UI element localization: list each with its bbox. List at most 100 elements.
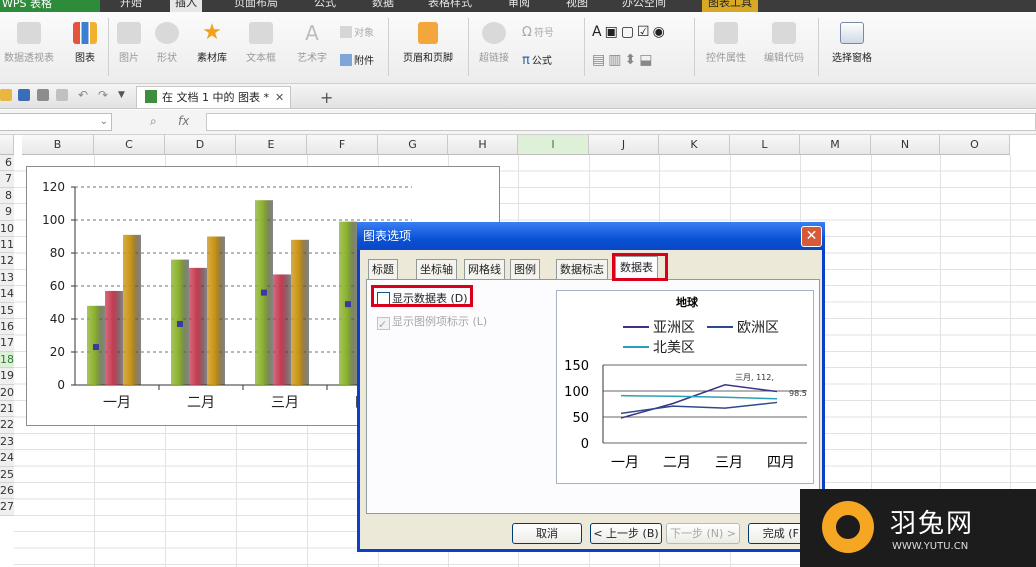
column-header-d[interactable]: D: [165, 135, 236, 155]
tab-legend[interactable]: 图例: [510, 259, 540, 279]
checkbox-box[interactable]: ✓: [377, 317, 390, 331]
column-header-k[interactable]: K: [659, 135, 730, 155]
row-header-15[interactable]: 15: [0, 302, 14, 319]
column-header-l[interactable]: L: [730, 135, 800, 155]
row-header-17[interactable]: 17: [0, 335, 14, 352]
tab-gridlines[interactable]: 网格线: [464, 259, 505, 279]
highlight-box: [371, 285, 473, 307]
row-header-26[interactable]: 26: [0, 483, 14, 500]
yutu-logo-icon: [822, 501, 874, 553]
undo-icon[interactable]: ↶: [78, 89, 90, 101]
name-box[interactable]: ⌄: [0, 113, 112, 131]
row-header-9[interactable]: 9: [0, 204, 14, 221]
textbox-button[interactable]: 文本框: [238, 22, 284, 64]
formula-button[interactable]: π 公式: [522, 52, 552, 68]
menu-table-style[interactable]: 表格样式: [428, 0, 472, 10]
dialog-title-bar[interactable]: 图表选项: [357, 222, 825, 250]
column-header-g[interactable]: G: [378, 135, 448, 155]
menu-insert[interactable]: 插入: [170, 0, 202, 12]
row-header-18[interactable]: 18: [0, 351, 14, 369]
row-header-20[interactable]: 20: [0, 384, 14, 401]
row-header-27[interactable]: 27: [0, 499, 14, 516]
symbol-button[interactable]: Ω 符号: [522, 24, 554, 40]
column-header-c[interactable]: C: [94, 135, 165, 155]
edit-code-icon: [772, 22, 796, 44]
menu-page-layout[interactable]: 页面布局: [234, 0, 278, 10]
menu-home[interactable]: 开始: [120, 0, 142, 10]
row-header-13[interactable]: 13: [0, 269, 14, 287]
column-header-m[interactable]: M: [800, 135, 871, 155]
row-header-8[interactable]: 8: [0, 187, 14, 205]
control-properties-label: 控件属性: [706, 53, 746, 64]
column-header-b[interactable]: B: [22, 135, 94, 155]
previous-step-button[interactable]: < 上一步 (B): [590, 523, 662, 544]
next-step-button[interactable]: 下一步 (N) >: [666, 523, 740, 544]
control-properties-button[interactable]: 控件属性: [700, 22, 752, 64]
material-library-button[interactable]: ★ 素材库: [192, 22, 232, 65]
radio-control-icon: ◉: [652, 24, 668, 40]
hyperlink-button[interactable]: 超链接: [474, 22, 514, 64]
function-icon[interactable]: fx: [178, 114, 189, 128]
print-icon[interactable]: [37, 89, 49, 101]
selection-pane-label: 选择窗格: [832, 53, 872, 64]
row-header-23[interactable]: 23: [0, 433, 14, 451]
row-header-19[interactable]: 19: [0, 368, 14, 385]
app-menu-button[interactable]: WPS 表格: [0, 0, 100, 12]
print-preview-icon[interactable]: [56, 89, 68, 101]
row-header-11[interactable]: 11: [0, 237, 14, 254]
menu-formulas[interactable]: 公式: [314, 0, 336, 10]
row-header-24[interactable]: 24: [0, 450, 14, 467]
tab-data-labels[interactable]: 数据标志: [556, 259, 608, 279]
row-header-10[interactable]: 10: [0, 220, 14, 237]
attachment-button[interactable]: 附件: [340, 52, 374, 67]
row-header-25[interactable]: 25: [0, 466, 14, 483]
selection-pane-button[interactable]: 选择窗格: [824, 22, 880, 64]
tab-titles[interactable]: 标题: [368, 259, 398, 279]
menu-view[interactable]: 视图: [566, 0, 588, 10]
select-all-corner[interactable]: [0, 135, 14, 155]
menu-office-space[interactable]: 办公空间: [622, 0, 666, 10]
form-controls-row-1[interactable]: A▣▢☑◉: [592, 24, 668, 40]
zoom-search-icon[interactable]: ⌕: [150, 114, 157, 129]
row-header-12[interactable]: 12: [0, 253, 14, 270]
quick-access-dropdown-icon[interactable]: ▼: [118, 89, 130, 101]
preview-chart-title: 地球: [676, 295, 699, 309]
open-icon[interactable]: [0, 89, 12, 101]
document-tab[interactable]: 在 文档 1 中的 图表 * ✕: [136, 86, 292, 108]
row-header-22[interactable]: 22: [0, 417, 14, 434]
formula-input[interactable]: [206, 113, 1036, 131]
column-header-j[interactable]: J: [589, 135, 659, 155]
menu-data[interactable]: 数据: [372, 0, 394, 10]
column-header-e[interactable]: E: [236, 135, 307, 155]
row-header-21[interactable]: 21: [0, 401, 14, 418]
tab-axes[interactable]: 坐标轴: [416, 259, 457, 279]
textbox-label: 文本框: [246, 53, 276, 64]
chart-button[interactable]: 图表: [70, 22, 100, 64]
edit-code-button[interactable]: 编辑代码: [758, 22, 810, 64]
row-header-7[interactable]: 7: [0, 171, 14, 188]
form-controls-row-2[interactable]: ▤▥⬍⬓: [592, 52, 655, 68]
menu-chart-tools[interactable]: 图表工具: [702, 0, 758, 12]
row-header-6[interactable]: 6: [0, 155, 14, 172]
row-header-16[interactable]: 16: [0, 319, 14, 336]
show-legend-keys-checkbox[interactable]: ✓ 显示图例项标示 (L): [377, 313, 487, 331]
column-header-n[interactable]: N: [871, 135, 940, 155]
save-icon[interactable]: [18, 89, 30, 101]
redo-icon[interactable]: ↷: [98, 89, 110, 101]
header-footer-button[interactable]: 页眉和页脚: [394, 22, 462, 64]
row-header-14[interactable]: 14: [0, 286, 14, 303]
close-tab-icon[interactable]: ✕: [275, 91, 284, 104]
wordart-button[interactable]: A 艺术字: [292, 22, 332, 64]
menu-review[interactable]: 审阅: [508, 0, 530, 10]
pivot-table-button[interactable]: 数据透视表: [0, 22, 58, 64]
column-header-o[interactable]: O: [940, 135, 1010, 155]
picture-button[interactable]: 图片: [114, 22, 144, 64]
cancel-button[interactable]: 取消: [512, 523, 582, 544]
shape-button[interactable]: 形状: [148, 22, 186, 64]
column-header-h[interactable]: H: [448, 135, 518, 155]
object-button[interactable]: 对象: [340, 24, 374, 39]
close-dialog-icon[interactable]: ✕: [801, 226, 822, 247]
new-tab-icon[interactable]: +: [320, 88, 333, 107]
column-header-f[interactable]: F: [307, 135, 378, 155]
column-header-i[interactable]: I: [518, 135, 589, 155]
